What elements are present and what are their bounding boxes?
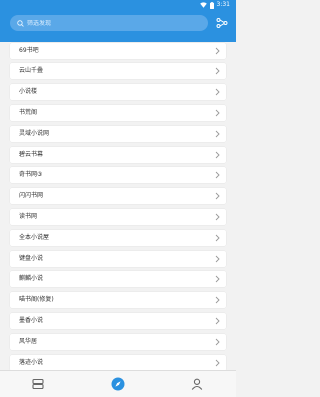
search-input[interactable]: [27, 19, 177, 27]
list-item-label: 小说楼: [19, 88, 38, 96]
chevron-right-icon: [215, 275, 220, 283]
list-item-label: 喵书阁(修复): [19, 296, 54, 304]
battery-icon: [209, 1, 214, 9]
chevron-right-icon: [215, 151, 220, 158]
list-item[interactable]: 麒麟小说: [10, 271, 226, 288]
status-time: 3:31: [216, 1, 230, 8]
chevron-right-icon: [215, 296, 220, 304]
list-item[interactable]: 云山千叠: [10, 63, 226, 80]
compass-icon[interactable]: [111, 377, 125, 391]
list-item-label: 落迹小说: [19, 358, 44, 366]
list-item-label: 键盘小说: [19, 254, 44, 262]
list-item-label: 墨香小说: [19, 316, 44, 324]
list-item[interactable]: 喵书阁(修复): [10, 292, 226, 309]
list-item[interactable]: 书荒阁: [10, 104, 226, 121]
chevron-right-icon: [215, 359, 220, 366]
list-item-label: 书荒阁: [19, 108, 38, 116]
app-header: 3:31: [0, 0, 236, 42]
list-item[interactable]: 奇书网③: [10, 167, 226, 184]
list-item[interactable]: 闪闪书网: [10, 188, 226, 205]
chevron-right-icon: [215, 88, 220, 96]
list-item[interactable]: 落迹小说: [10, 354, 226, 371]
list-item-label: 闪闪书网: [19, 192, 44, 200]
search-icon: [17, 19, 24, 27]
chevron-right-icon: [215, 171, 220, 179]
person-icon[interactable]: [190, 377, 204, 391]
list-item-label: 全本小说屋: [19, 233, 50, 241]
bottom-nav: [0, 370, 236, 397]
list-item[interactable]: 风华居: [10, 333, 226, 350]
chevron-right-icon: [215, 317, 220, 325]
chevron-right-icon: [215, 192, 220, 200]
list-item-label: 读书网: [19, 212, 38, 220]
chevron-right-icon: [215, 234, 220, 242]
list-item[interactable]: 69书吧: [10, 42, 226, 59]
bookshelf-icon[interactable]: [31, 377, 45, 391]
list-item-label: 麒麟小说: [19, 275, 44, 283]
status-bar: 3:31: [0, 0, 236, 10]
list-item[interactable]: 小说楼: [10, 84, 226, 101]
chevron-right-icon: [215, 47, 220, 54]
search-box[interactable]: [10, 15, 208, 31]
chevron-right-icon: [215, 109, 220, 117]
chevron-right-icon: [215, 338, 220, 346]
list-item[interactable]: 灵域小说网: [10, 125, 226, 142]
list-item-label: 云山千叠: [19, 67, 44, 75]
list-item[interactable]: 碧云书幕: [10, 146, 226, 163]
chevron-right-icon: [215, 130, 220, 138]
wifi-icon: [199, 2, 207, 8]
list-item[interactable]: 读书网: [10, 208, 226, 225]
list-item-label: 灵域小说网: [19, 129, 50, 137]
status-icons: 3:31: [199, 1, 230, 9]
list-item-label: 风华居: [19, 337, 38, 345]
share-nodes-icon[interactable]: [216, 17, 228, 29]
list-item-label: 69书吧: [19, 46, 39, 54]
list-item[interactable]: 全本小说屋: [10, 229, 226, 246]
chevron-right-icon: [215, 67, 220, 75]
list-item-label: 奇书网③: [19, 171, 43, 179]
list-item[interactable]: 键盘小说: [10, 250, 226, 267]
chevron-right-icon: [215, 255, 220, 262]
list-item-label: 碧云书幕: [19, 150, 44, 158]
list-item[interactable]: 墨香小说: [10, 312, 226, 329]
chevron-right-icon: [215, 213, 220, 221]
